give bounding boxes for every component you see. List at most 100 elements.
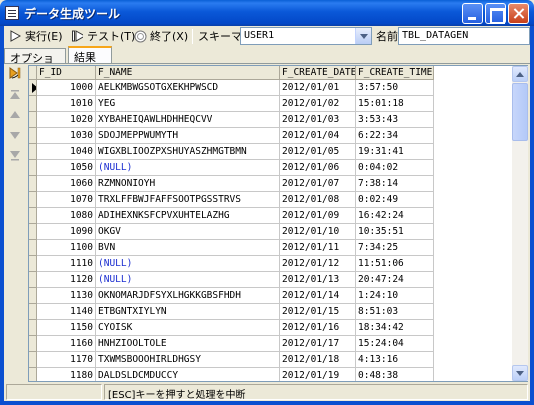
title-bar[interactable]: データ生成ツール xyxy=(0,0,534,26)
cell-f-id[interactable]: 1030 xyxy=(37,128,96,144)
table-row[interactable]: 1090 OKGV 2012/01/10 10:35:51 xyxy=(29,224,434,240)
cell-f-name[interactable]: BVN xyxy=(96,240,280,256)
row-indicator[interactable] xyxy=(29,336,37,352)
vertical-scrollbar[interactable] xyxy=(512,66,528,381)
cell-f-name[interactable]: SDOJMEPPWUMYTH xyxy=(96,128,280,144)
cell-f-create-date[interactable]: 2012/01/01 xyxy=(280,80,356,96)
cell-f-name[interactable]: ETBGNTXIYLYN xyxy=(96,304,280,320)
cell-f-create-date[interactable]: 2012/01/12 xyxy=(280,256,356,272)
cell-f-id[interactable]: 1070 xyxy=(37,192,96,208)
cell-f-create-time[interactable]: 6:22:34 xyxy=(356,128,434,144)
cell-f-create-date[interactable]: 2012/01/07 xyxy=(280,176,356,192)
cell-f-create-date[interactable]: 2012/01/18 xyxy=(280,352,356,368)
table-row[interactable]: 1030 SDOJMEPPWUMYTH 2012/01/04 6:22:34 xyxy=(29,128,434,144)
row-indicator[interactable] xyxy=(29,288,37,304)
table-row[interactable]: 1110 (NULL) 2012/01/12 11:51:06 xyxy=(29,256,434,272)
cell-f-id[interactable]: 1040 xyxy=(37,144,96,160)
cell-f-create-time[interactable]: 20:47:24 xyxy=(356,272,434,288)
cell-f-name[interactable]: (NULL) xyxy=(96,272,280,288)
cell-f-id[interactable]: 1180 xyxy=(37,368,96,381)
cell-f-name[interactable]: HNHZIOOLTOLE xyxy=(96,336,280,352)
cell-f-create-date[interactable]: 2012/01/04 xyxy=(280,128,356,144)
cell-f-create-time[interactable]: 7:34:25 xyxy=(356,240,434,256)
run-to-end-icon[interactable] xyxy=(8,66,22,80)
cell-f-create-time[interactable]: 8:51:03 xyxy=(356,304,434,320)
next-record-icon[interactable] xyxy=(8,128,22,142)
cell-f-name[interactable]: DALDSLDCMDUCCY xyxy=(96,368,280,381)
cell-f-create-date[interactable]: 2012/01/02 xyxy=(280,96,356,112)
cell-f-id[interactable]: 1050 xyxy=(37,160,96,176)
maximize-button[interactable] xyxy=(485,3,506,24)
row-indicator[interactable] xyxy=(29,224,37,240)
table-row[interactable]: 1100 BVN 2012/01/11 7:34:25 xyxy=(29,240,434,256)
cell-f-name[interactable]: OKGV xyxy=(96,224,280,240)
cell-f-id[interactable]: 1020 xyxy=(37,112,96,128)
table-row[interactable]: 1140 ETBGNTXIYLYN 2012/01/15 8:51:03 xyxy=(29,304,434,320)
cell-f-id[interactable]: 1100 xyxy=(37,240,96,256)
row-indicator[interactable] xyxy=(29,240,37,256)
cell-f-create-time[interactable]: 1:24:10 xyxy=(356,288,434,304)
cell-f-create-time[interactable]: 11:51:06 xyxy=(356,256,434,272)
scroll-thumb[interactable] xyxy=(512,83,528,141)
first-record-icon[interactable] xyxy=(8,88,22,102)
cell-f-create-time[interactable]: 10:35:51 xyxy=(356,224,434,240)
chevron-down-icon[interactable] xyxy=(355,28,371,44)
table-row[interactable]: 1050 (NULL) 2012/01/06 0:04:02 xyxy=(29,160,434,176)
cell-f-name[interactable]: OKNOMARJDFSYXLHGKKGBSFHDH xyxy=(96,288,280,304)
results-grid[interactable]: F_ID F_NAME F_CREATE_DATE F_CREATE_TIME … xyxy=(28,65,528,382)
cell-f-name[interactable]: (NULL) xyxy=(96,256,280,272)
scroll-down-button[interactable] xyxy=(512,365,528,381)
cell-f-create-time[interactable]: 15:01:18 xyxy=(356,96,434,112)
close-button[interactable] xyxy=(508,3,529,24)
cell-f-id[interactable]: 1090 xyxy=(37,224,96,240)
column-header-f-create-time[interactable]: F_CREATE_TIME xyxy=(356,66,434,80)
cell-f-create-date[interactable]: 2012/01/14 xyxy=(280,288,356,304)
cell-f-create-date[interactable]: 2012/01/17 xyxy=(280,336,356,352)
table-row[interactable]: 1010 YEG 2012/01/02 15:01:18 xyxy=(29,96,434,112)
cell-f-create-time[interactable]: 18:34:42 xyxy=(356,320,434,336)
cell-f-id[interactable]: 1080 xyxy=(37,208,96,224)
cell-f-create-time[interactable]: 0:04:02 xyxy=(356,160,434,176)
cell-f-create-date[interactable]: 2012/01/15 xyxy=(280,304,356,320)
cell-f-name[interactable]: TXWMSBOOOHIRLDHGSY xyxy=(96,352,280,368)
cell-f-create-date[interactable]: 2012/01/05 xyxy=(280,144,356,160)
cell-f-create-time[interactable]: 16:42:24 xyxy=(356,208,434,224)
run-button[interactable]: 実行(E) xyxy=(10,28,63,44)
row-indicator[interactable] xyxy=(29,272,37,288)
tab-results[interactable]: 結果 xyxy=(68,46,112,64)
cell-f-id[interactable]: 1160 xyxy=(37,336,96,352)
row-indicator[interactable] xyxy=(29,128,37,144)
cell-f-id[interactable]: 1000 xyxy=(37,80,96,96)
cell-f-name[interactable]: WIGXBLIOOZPXSHUYASZHMGTBMN xyxy=(96,144,280,160)
cell-f-create-time[interactable]: 15:24:04 xyxy=(356,336,434,352)
cell-f-create-date[interactable]: 2012/01/10 xyxy=(280,224,356,240)
cell-f-id[interactable]: 1140 xyxy=(37,304,96,320)
cell-f-id[interactable]: 1110 xyxy=(37,256,96,272)
schema-select[interactable]: USER1 xyxy=(240,27,372,45)
test-button[interactable]: テスト(T) xyxy=(72,28,135,44)
table-row[interactable]: 1070 TRXLFFBWJFAFFSOOTPGSSTRVS 2012/01/08 0… xyxy=(29,192,434,208)
row-indicator[interactable] xyxy=(29,320,37,336)
table-row[interactable]: 1120 (NULL) 2012/01/13 20:47:24 xyxy=(29,272,434,288)
end-button[interactable]: 終了(X) xyxy=(134,28,188,44)
cell-f-create-date[interactable]: 2012/01/16 xyxy=(280,320,356,336)
cell-f-id[interactable]: 1150 xyxy=(37,320,96,336)
row-indicator[interactable] xyxy=(29,352,37,368)
cell-f-create-date[interactable]: 2012/01/08 xyxy=(280,192,356,208)
row-indicator[interactable] xyxy=(29,112,37,128)
table-row[interactable]: 1170 TXWMSBOOOHIRLDHGSY 2012/01/18 4:13:16 xyxy=(29,352,434,368)
cell-f-id[interactable]: 1120 xyxy=(37,272,96,288)
table-row[interactable]: 1180 DALDSLDCMDUCCY 2012/01/19 0:48:38 xyxy=(29,368,434,381)
cell-f-create-date[interactable]: 2012/01/09 xyxy=(280,208,356,224)
cell-f-create-time[interactable]: 19:31:41 xyxy=(356,144,434,160)
row-indicator[interactable] xyxy=(29,256,37,272)
row-indicator[interactable] xyxy=(29,160,37,176)
cell-f-create-date[interactable]: 2012/01/06 xyxy=(280,160,356,176)
cell-f-name[interactable]: TRXLFFBWJFAFFSOOTPGSSTRVS xyxy=(96,192,280,208)
column-header-f-name[interactable]: F_NAME xyxy=(96,66,280,80)
table-row[interactable]: 1160 HNHZIOOLTOLE 2012/01/17 15:24:04 xyxy=(29,336,434,352)
table-row[interactable]: 1080 ADIHEXNKSFCPVXUHTELAZHG 2012/01/09 16:… xyxy=(29,208,434,224)
last-record-icon[interactable] xyxy=(8,148,22,162)
cell-f-name[interactable]: YEG xyxy=(96,96,280,112)
cell-f-create-time[interactable]: 3:53:43 xyxy=(356,112,434,128)
